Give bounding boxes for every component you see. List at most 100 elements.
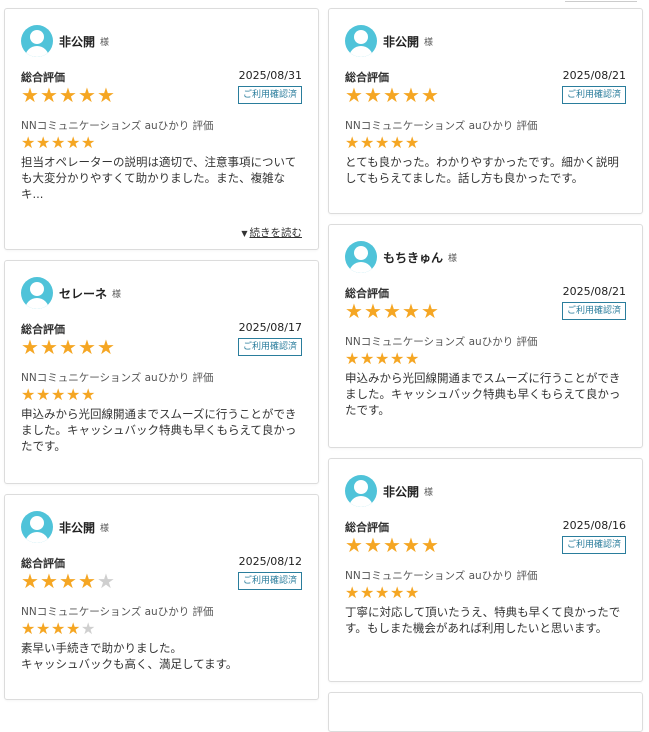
service-rating-label: NNコミュニケーションズ auひかり 評価: [21, 606, 214, 618]
star-filled-icon: ★: [21, 335, 39, 359]
star-filled-icon: ★: [375, 583, 390, 602]
star-filled-icon: ★: [36, 385, 51, 404]
star-filled-icon: ★: [59, 83, 77, 107]
star-filled-icon: ★: [21, 385, 36, 404]
honorific: 様: [100, 523, 110, 534]
confirmed-badge: ご利用確認済: [237, 86, 302, 104]
star-filled-icon: ★: [81, 385, 96, 404]
reviewer-name: 非公開: [59, 520, 96, 535]
service-stars: ★ ★ ★ ★ ★: [345, 135, 626, 151]
star-filled-icon: ★: [51, 385, 66, 404]
user-avatar-icon: [21, 25, 53, 57]
service-rating-label: NNコミュニケーションズ auひかり 評価: [21, 372, 214, 384]
service-rating-label: NNコミュニケーションズ auひかり 評価: [21, 120, 214, 132]
star-filled-icon: ★: [405, 349, 420, 368]
reviewer-name: 非公開: [383, 484, 420, 499]
reviewer-name: もちきゅん: [383, 250, 444, 265]
star-filled-icon: ★: [97, 335, 115, 359]
star-filled-icon: ★: [364, 533, 382, 557]
review-comment: 担当オペレーターの説明は適切で、注意事項についても大変分かりやすくて助かりました…: [21, 155, 297, 201]
review-date: 2025/08/31: [238, 69, 302, 82]
star-filled-icon: ★: [421, 83, 439, 107]
user-avatar-icon: [21, 511, 53, 543]
top-tab-edge: [565, 0, 637, 2]
honorific: 様: [100, 37, 110, 48]
read-more-label[interactable]: 続きを読む: [250, 227, 303, 239]
star-filled-icon: ★: [59, 569, 77, 593]
reviewer-header: もちきゅん 様: [345, 241, 626, 273]
star-filled-icon: ★: [390, 349, 405, 368]
review-comment: 素早い手続きで助かりました。 キャッシュバックも高く、満足してます。: [21, 641, 238, 671]
reviewer-header: 非公開 様: [21, 25, 302, 57]
user-avatar-icon: [21, 277, 53, 309]
star-filled-icon: ★: [78, 569, 96, 593]
star-filled-icon: ★: [81, 133, 96, 152]
star-filled-icon: ★: [360, 583, 375, 602]
review-card: 非公開 様 総合評価 2025/08/12 ★ ★ ★ ★ ★ ご利用確認済 NNコミュ…: [4, 494, 319, 700]
service-stars: ★ ★ ★ ★ ★: [21, 387, 302, 403]
star-filled-icon: ★: [375, 349, 390, 368]
user-avatar-icon: [345, 475, 377, 507]
star-filled-icon: ★: [66, 619, 81, 638]
review-date: 2025/08/21: [562, 69, 626, 82]
reviewer-name: 非公開: [59, 34, 96, 49]
star-filled-icon: ★: [383, 533, 401, 557]
reviewer-name: セレーネ: [59, 286, 108, 301]
star-filled-icon: ★: [383, 83, 401, 107]
honorific: 様: [424, 487, 434, 498]
review-card: 非公開 様 総合評価 2025/08/16 ★ ★ ★ ★ ★ ご利用確認済 NNコミュ…: [328, 458, 643, 682]
service-stars: ★ ★ ★ ★ ★: [345, 585, 626, 601]
service-rating-label: NNコミュニケーションズ auひかり 評価: [345, 120, 538, 132]
star-filled-icon: ★: [390, 583, 405, 602]
reviewer-name: 非公開: [383, 34, 420, 49]
star-filled-icon: ★: [421, 299, 439, 323]
star-filled-icon: ★: [51, 619, 66, 638]
star-empty-icon: ★: [81, 619, 96, 638]
honorific: 様: [424, 37, 434, 48]
star-filled-icon: ★: [402, 299, 420, 323]
caret-down-icon: ▼: [241, 229, 248, 238]
reviewer-header: 非公開 様: [345, 25, 626, 57]
star-filled-icon: ★: [97, 83, 115, 107]
review-card: もちきゅん 様 総合評価 2025/08/21 ★ ★ ★ ★ ★ ご利用確認済 NNコ…: [328, 224, 643, 448]
overall-label: 総合評価: [21, 71, 65, 84]
overall-stars: ★ ★ ★ ★ ★: [345, 535, 440, 555]
overall-label: 総合評価: [345, 71, 389, 84]
review-card: セレーネ 様 総合評価 2025/08/17 ★ ★ ★ ★ ★ ご利用確認済 NNコミ…: [4, 260, 319, 484]
star-filled-icon: ★: [375, 133, 390, 152]
service-stars: ★ ★ ★ ★ ★: [21, 135, 302, 151]
star-filled-icon: ★: [345, 583, 360, 602]
star-filled-icon: ★: [78, 83, 96, 107]
star-filled-icon: ★: [405, 133, 420, 152]
overall-label: 総合評価: [345, 287, 389, 300]
star-filled-icon: ★: [390, 133, 405, 152]
overall-stars: ★ ★ ★ ★ ★: [21, 337, 116, 357]
review-date: 2025/08/17: [238, 321, 302, 334]
star-filled-icon: ★: [345, 133, 360, 152]
review-comment: とても良かった。わかりやすかったです。細かく説明してもらえてました。話し方も良か…: [345, 155, 619, 185]
confirmed-badge: ご利用確認済: [561, 86, 626, 104]
star-filled-icon: ★: [59, 335, 77, 359]
read-more-link[interactable]: ▼ 続きを読む: [241, 225, 302, 240]
star-filled-icon: ★: [345, 533, 363, 557]
star-filled-icon: ★: [364, 299, 382, 323]
review-date: 2025/08/21: [562, 285, 626, 298]
user-avatar-icon: [345, 25, 377, 57]
confirmed-badge: ご利用確認済: [561, 302, 626, 320]
star-filled-icon: ★: [40, 569, 58, 593]
star-filled-icon: ★: [66, 133, 81, 152]
service-stars: ★ ★ ★ ★ ★: [21, 621, 302, 637]
overall-stars: ★ ★ ★ ★ ★: [345, 85, 440, 105]
star-filled-icon: ★: [345, 83, 363, 107]
overall-stars: ★ ★ ★ ★ ★: [21, 571, 116, 591]
star-filled-icon: ★: [421, 533, 439, 557]
star-filled-icon: ★: [36, 133, 51, 152]
star-filled-icon: ★: [360, 349, 375, 368]
star-filled-icon: ★: [21, 619, 36, 638]
reviewer-header: セレーネ 様: [21, 277, 302, 309]
confirmed-badge: ご利用確認済: [237, 338, 302, 356]
star-filled-icon: ★: [78, 335, 96, 359]
honorific: 様: [448, 253, 458, 264]
star-empty-icon: ★: [97, 569, 115, 593]
reviewer-header: 非公開 様: [345, 475, 626, 507]
